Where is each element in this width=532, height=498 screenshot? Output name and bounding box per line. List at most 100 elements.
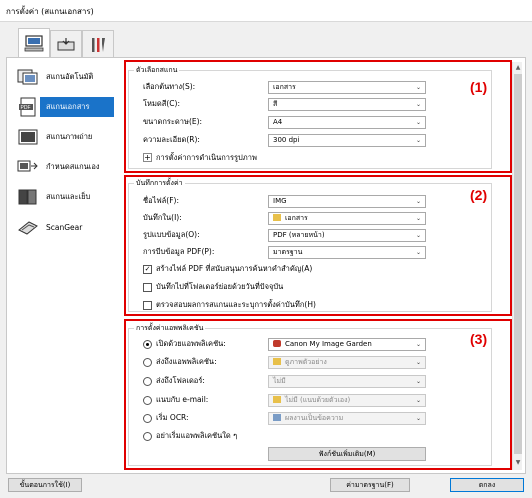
section-1-number: (1)	[470, 79, 488, 95]
tab-scan-from-panel[interactable]	[50, 30, 82, 58]
custom-scan-icon	[16, 157, 40, 177]
scanner-panel-icon	[57, 37, 75, 50]
select-source-value: เอกสาร	[273, 83, 296, 91]
sidebar-item-label: สแกนเอกสาร	[40, 97, 114, 117]
tab-bar	[0, 22, 532, 59]
data-format-value: PDF (หลายหน้า)	[273, 231, 325, 239]
expand-plus-icon[interactable]: +	[143, 153, 152, 162]
date-subfolder-label: บันทึกไปที่โฟลเดอร์ย่อยด้วยวันที่ปัจจุบั…	[156, 282, 284, 291]
image-processing-settings-label[interactable]: การตั้งค่าการดำเนินการรูปภาพ	[156, 152, 257, 164]
ok-button[interactable]: ตกลง	[450, 478, 524, 492]
save-in-dropdown[interactable]: เอกสาร ⌄	[268, 212, 426, 225]
sidebar-item-custom-scan[interactable]: กำหนดสแกนเอง	[10, 152, 118, 182]
sidebar-item-document-scan[interactable]: PDF สแกนเอกสาร	[10, 92, 118, 122]
send-to-app-radio[interactable]	[143, 358, 152, 367]
file-name-field[interactable]: IMG ⌄	[268, 195, 426, 208]
sidebar-item-label: สแกนและเย็บ	[46, 192, 91, 201]
select-source-label: เลือกต้นทาง(S):	[143, 82, 196, 91]
defaults-button[interactable]: ค่ามาตรฐาน(F)	[330, 478, 410, 492]
canon-app-icon	[273, 340, 281, 347]
scroll-down-icon[interactable]: ▼	[514, 458, 522, 468]
select-source-dropdown[interactable]: เอกสาร ⌄	[268, 81, 426, 94]
more-functions-button[interactable]: ฟังก์ชันเพิ่มเติม(M)	[268, 447, 426, 461]
check-results-label: ตรวจสอบผลการสแกนและระบุการตั้งค่าบันทึก(…	[156, 300, 316, 309]
chevron-down-icon: ⌄	[415, 341, 421, 348]
attach-email-value: ไม่มี (แนบด้วยตัวเอง)	[285, 396, 351, 404]
send-to-folder-label: ส่งถึงโฟลเดอร์:	[156, 376, 205, 385]
send-to-app-dropdown[interactable]: ดูภาพตัวอย่าง ⌄	[268, 356, 426, 369]
save-in-label: บันทึกใน(I):	[143, 213, 182, 222]
file-name-value: IMG	[273, 197, 287, 205]
resolution-value: 300 dpi	[273, 136, 300, 144]
vertical-scrollbar[interactable]: ▲ ▼	[512, 62, 522, 470]
open-with-app-radio[interactable]	[143, 340, 152, 349]
no-app-radio[interactable]	[143, 432, 152, 441]
pdf-document-icon: PDF	[16, 97, 40, 117]
scroll-thumb[interactable]	[514, 74, 522, 454]
save-in-value: เอกสาร	[285, 214, 308, 222]
paper-size-label: ขนาดกระดาษ(E):	[143, 117, 203, 126]
footer: ขั้นตอนการใช้(I) ค่ามาตรฐาน(F) ตกลง	[0, 474, 532, 498]
send-to-app-value: ดูภาพตัวอย่าง	[285, 358, 327, 366]
sidebar-item-stitch[interactable]: สแกนและเย็บ	[10, 182, 118, 212]
send-to-folder-radio[interactable]	[143, 377, 152, 386]
chevron-down-icon: ⌄	[415, 215, 421, 222]
check-results-checkbox[interactable]	[143, 301, 152, 310]
attach-email-radio[interactable]	[143, 396, 152, 405]
color-mode-label: โหมดสี(C):	[143, 99, 180, 108]
start-ocr-radio[interactable]	[143, 414, 152, 423]
folder-icon	[273, 358, 281, 365]
resolution-dropdown[interactable]: 300 dpi ⌄	[268, 134, 426, 147]
data-format-label: รูปแบบข้อมูล(O):	[143, 230, 200, 239]
chevron-down-icon: ⌄	[415, 378, 421, 385]
chevron-down-icon: ⌄	[415, 415, 421, 422]
sidebar-item-label: สแกนอัตโนมัติ	[46, 72, 94, 81]
scangear-icon	[16, 217, 40, 237]
window-title: การตั้งค่า (สแกนเอกสาร)	[0, 0, 532, 22]
open-with-app-dropdown[interactable]: Canon My Image Garden ⌄	[268, 338, 426, 351]
attach-email-dropdown[interactable]: ไม่มี (แนบด้วยตัวเอง) ⌄	[268, 394, 426, 407]
start-ocr-dropdown[interactable]: ผลงานเป็นข้อความ ⌄	[268, 412, 426, 425]
sidebar-item-scangear[interactable]: ScanGear	[10, 212, 118, 242]
no-app-label: อย่าเริ่มแอพพลิเคชันใด ๆ	[156, 431, 238, 440]
chevron-down-icon: ⌄	[415, 397, 421, 404]
start-ocr-label: เริ่ม OCR:	[156, 413, 189, 422]
instructions-button[interactable]: ขั้นตอนการใช้(I)	[8, 478, 82, 492]
paper-size-dropdown[interactable]: A4 ⌄	[268, 116, 426, 129]
chevron-down-icon: ⌄	[415, 359, 421, 366]
ocr-icon	[273, 414, 281, 421]
keyword-pdf-label: สร้างไฟล์ PDF ที่สนับสนุนการค้นหาคำสำคัญ…	[156, 264, 313, 273]
color-mode-value: สี	[273, 100, 278, 108]
send-to-app-label: ส่งถึงแอพพลิเคชัน:	[156, 357, 217, 366]
tab-scan-from-computer[interactable]	[18, 28, 50, 59]
sidebar: สแกนอัตโนมัติ PDF สแกนเอกสาร สแกนภาพถ่าย…	[10, 62, 118, 242]
open-with-app-label: เปิดด้วยแอพพลิเคชัน:	[156, 339, 226, 348]
attach-email-label: แนบกับ e-mail:	[156, 395, 209, 404]
resolution-label: ความละเอียด(R):	[143, 135, 200, 144]
file-name-label: ชื่อไฟล์(F):	[143, 196, 179, 205]
send-to-folder-dropdown[interactable]: ไม่มี ⌄	[268, 375, 426, 388]
sidebar-item-label: กำหนดสแกนเอง	[46, 162, 100, 171]
chevron-down-icon: ⌄	[415, 84, 421, 91]
application-settings-title: การตั้งค่าแอพพลิเคชัน	[134, 323, 206, 334]
keyword-pdf-checkbox[interactable]: ✓	[143, 265, 152, 274]
open-with-app-value: Canon My Image Garden	[285, 340, 372, 348]
photo-icon	[16, 127, 40, 147]
chevron-down-icon: ⌄	[415, 137, 421, 144]
folder-icon	[273, 214, 281, 221]
data-format-dropdown[interactable]: PDF (หลายหน้า) ⌄	[268, 229, 426, 242]
sidebar-item-auto-scan[interactable]: สแกนอัตโนมัติ	[10, 62, 118, 92]
chevron-down-icon: ⌄	[415, 198, 421, 205]
scroll-up-icon[interactable]: ▲	[514, 63, 522, 73]
sidebar-item-photo-scan[interactable]: สแกนภาพถ่าย	[10, 122, 118, 152]
chevron-down-icon: ⌄	[415, 101, 421, 108]
start-ocr-value: ผลงานเป็นข้อความ	[285, 414, 344, 422]
sidebar-item-label: ScanGear	[46, 222, 83, 232]
date-subfolder-checkbox[interactable]	[143, 283, 152, 292]
chevron-down-icon: ⌄	[415, 232, 421, 239]
pdf-compression-dropdown[interactable]: มาตรฐาน ⌄	[268, 246, 426, 259]
stitch-icon	[16, 187, 40, 207]
color-mode-dropdown[interactable]: สี ⌄	[268, 98, 426, 111]
auto-scan-icon	[16, 67, 40, 87]
tab-general-settings[interactable]	[82, 30, 114, 58]
